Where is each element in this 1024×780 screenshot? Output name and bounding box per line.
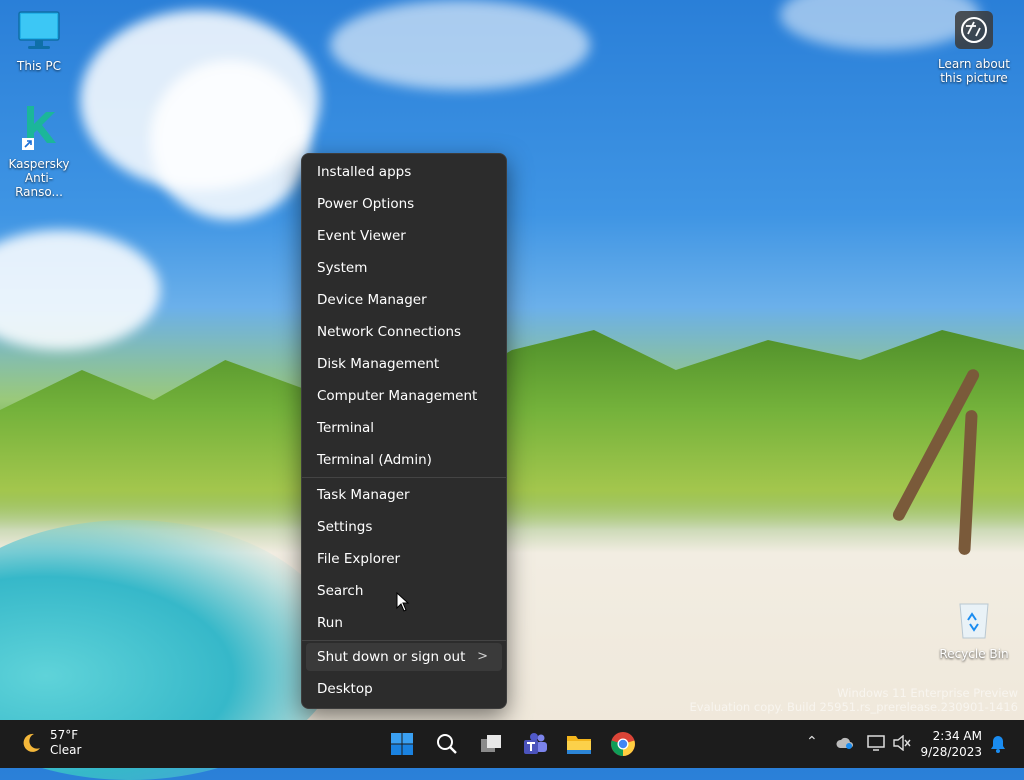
menu-item-terminal[interactable]: Terminal: [306, 414, 502, 442]
watermark-line-1: Windows 11 Enterprise Preview: [837, 686, 1018, 700]
menu-item-system[interactable]: System: [306, 254, 502, 282]
kaspersky-icon: [22, 106, 56, 150]
notification-bell-icon[interactable]: [990, 735, 1006, 753]
show-hidden-icons-chevron-icon[interactable]: ⌃: [806, 734, 818, 750]
menu-item-settings[interactable]: Settings: [306, 513, 502, 541]
menu-item-label: Device Manager: [317, 292, 427, 308]
menu-item-label: Shut down or sign out: [317, 649, 466, 665]
menu-separator: [302, 477, 506, 478]
clock-date: 9/28/2023: [920, 745, 982, 759]
menu-item-label: Settings: [317, 519, 373, 535]
menu-item-shut-down-or-sign-out[interactable]: Shut down or sign out >: [306, 643, 502, 671]
task-view-button[interactable]: [473, 726, 509, 762]
chrome-button[interactable]: [605, 726, 641, 762]
menu-item-label: Desktop: [317, 681, 373, 697]
menu-item-computer-management[interactable]: Computer Management: [306, 382, 502, 410]
menu-item-task-manager[interactable]: Task Manager: [306, 481, 502, 509]
desktop-icon-recycle-bin[interactable]: Recycle Bin: [938, 598, 1010, 661]
clock-time: 2:34 AM: [932, 729, 982, 743]
mouse-cursor-icon: [396, 592, 410, 612]
teams-icon: [524, 733, 547, 754]
menu-item-label: File Explorer: [317, 551, 401, 567]
desktop-icon-label: Kaspersky Anti-Ranso...: [8, 157, 70, 199]
file-explorer-button[interactable]: [561, 726, 597, 762]
menu-item-label: Power Options: [317, 196, 415, 212]
start-icon: [391, 733, 413, 755]
desktop-icon-learn-about-picture[interactable]: Learn about this picture: [938, 10, 1010, 85]
menu-item-event-viewer[interactable]: Event Viewer: [306, 222, 502, 250]
menu-item-power-options[interactable]: Power Options: [306, 190, 502, 218]
menu-item-label: Terminal (Admin): [317, 452, 432, 468]
taskbar-clock[interactable]: 2:34 AM 9/28/2023: [920, 728, 982, 760]
weather-temp: 57°F: [50, 728, 79, 742]
menu-item-label: Search: [317, 583, 364, 599]
weather-widget[interactable]: 57°F Clear: [20, 728, 81, 758]
desktop-icon-label: Recycle Bin: [939, 647, 1009, 661]
onedrive-icon[interactable]: [836, 736, 854, 750]
desktop-icon-label: Learn about this picture: [938, 57, 1010, 85]
search-icon: [437, 734, 457, 754]
volume-muted-icon[interactable]: [893, 735, 911, 751]
watermark-line-2: Evaluation copy. Build 25951.rs_prerelea…: [689, 700, 1018, 714]
menu-separator: [302, 640, 506, 641]
desktop-icon-label: This PC: [17, 59, 61, 73]
menu-item-terminal-admin[interactable]: Terminal (Admin): [306, 446, 502, 474]
menu-item-label: Terminal: [317, 420, 375, 436]
menu-item-label: System: [317, 260, 368, 276]
network-icon[interactable]: [867, 735, 885, 751]
taskbar: 57°F Clear ⌃ 2:34 AM 9/28/2023: [0, 720, 1024, 768]
monitor-icon: [18, 11, 60, 49]
menu-item-label: Task Manager: [317, 487, 410, 503]
menu-item-label: Network Connections: [317, 324, 462, 340]
start-button[interactable]: [384, 726, 420, 762]
search-button[interactable]: [429, 726, 465, 762]
chrome-icon: [611, 732, 635, 756]
quick-link-menu: Installed apps Power Options Event Viewe…: [301, 153, 507, 709]
menu-item-installed-apps[interactable]: Installed apps: [306, 158, 502, 186]
chevron-right-icon: >: [477, 649, 488, 664]
weather-condition: Clear: [50, 743, 82, 757]
desktop-icon-this-pc[interactable]: This PC: [3, 10, 75, 73]
menu-item-disk-management[interactable]: Disk Management: [306, 350, 502, 378]
teams-button[interactable]: [517, 726, 553, 762]
menu-item-label: Computer Management: [317, 388, 478, 404]
menu-item-label: Run: [317, 615, 343, 631]
menu-item-network-connections[interactable]: Network Connections: [306, 318, 502, 346]
moon-icon: [23, 733, 40, 752]
menu-item-desktop[interactable]: Desktop: [306, 675, 502, 703]
menu-item-file-explorer[interactable]: File Explorer: [306, 545, 502, 573]
menu-item-label: Event Viewer: [317, 228, 406, 244]
menu-item-device-manager[interactable]: Device Manager: [306, 286, 502, 314]
desktop-icon-kaspersky[interactable]: Kaspersky Anti-Ranso...: [3, 104, 75, 199]
menu-item-label: Disk Management: [317, 356, 440, 372]
recycle-bin-icon: [959, 603, 989, 639]
file-explorer-icon: [567, 736, 591, 754]
task-view-icon: [481, 735, 501, 752]
spotlight-camera-icon: [955, 11, 993, 49]
evaluation-watermark: Windows 11 Enterprise Preview Evaluation…: [690, 686, 1018, 714]
menu-item-label: Installed apps: [317, 164, 412, 180]
menu-item-run[interactable]: Run: [306, 609, 502, 637]
